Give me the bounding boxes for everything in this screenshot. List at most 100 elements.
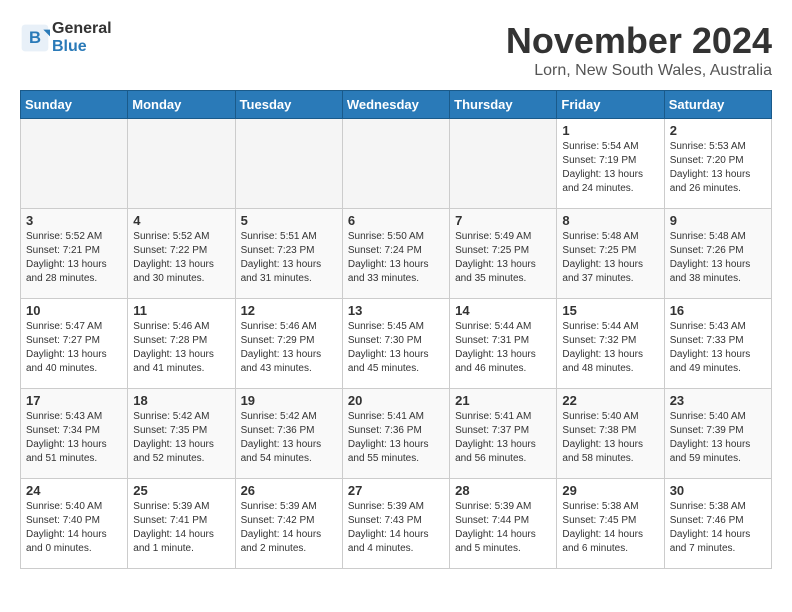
day-number: 21 xyxy=(455,393,551,408)
calendar-cell: 26 Sunrise: 5:39 AM Sunset: 7:42 PM Dayli… xyxy=(235,479,342,569)
calendar-cell: 21 Sunrise: 5:41 AM Sunset: 7:37 PM Dayli… xyxy=(450,389,557,479)
day-number: 17 xyxy=(26,393,122,408)
day-number: 23 xyxy=(670,393,766,408)
day-info: Sunrise: 5:52 AM Sunset: 7:21 PM Dayligh… xyxy=(26,230,122,286)
day-info: Sunrise: 5:40 AM Sunset: 7:38 PM Dayligh… xyxy=(562,410,658,466)
day-info: Sunrise: 5:39 AM Sunset: 7:41 PM Dayligh… xyxy=(133,500,229,556)
day-number: 26 xyxy=(241,483,337,498)
day-header-monday: Monday xyxy=(128,91,235,119)
calendar-cell: 8Sunrise: 5:48 AM Sunset: 7:25 PM Daylig… xyxy=(557,209,664,299)
calendar-cell: 14Sunrise: 5:44 AM Sunset: 7:31 PM Dayli… xyxy=(450,299,557,389)
calendar-cell xyxy=(342,119,449,209)
calendar-cell: 1 Sunrise: 5:54 AM Sunset: 7:19 PM Daylig… xyxy=(557,119,664,209)
calendar-cell xyxy=(128,119,235,209)
day-info: Sunrise: 5:46 AM Sunset: 7:28 PM Dayligh… xyxy=(133,320,229,376)
day-info: Sunrise: 5:39 AM Sunset: 7:43 PM Dayligh… xyxy=(348,500,444,556)
title-area: November 2024 Lorn, New South Wales, Aus… xyxy=(506,20,772,80)
day-number: 14 xyxy=(455,303,551,318)
calendar-cell: 25 Sunrise: 5:39 AM Sunset: 7:41 PM Dayli… xyxy=(128,479,235,569)
day-number: 22 xyxy=(562,393,658,408)
day-number: 11 xyxy=(133,303,229,318)
calendar-week-row: 10 Sunrise: 5:47 AM Sunset: 7:27 PM Dayli… xyxy=(21,299,772,389)
day-number: 5 xyxy=(241,213,337,228)
day-number: 16 xyxy=(670,303,766,318)
day-number: 15 xyxy=(562,303,658,318)
calendar-cell: 17 Sunrise: 5:43 AM Sunset: 7:34 PM Dayli… xyxy=(21,389,128,479)
day-info: Sunrise: 5:39 AM Sunset: 7:42 PM Dayligh… xyxy=(241,500,337,556)
day-info: Sunrise: 5:38 AM Sunset: 7:46 PM Dayligh… xyxy=(670,500,766,556)
page-header: B General Blue November 2024 Lorn, New S… xyxy=(20,20,772,80)
day-info: Sunrise: 5:43 AM Sunset: 7:34 PM Dayligh… xyxy=(26,410,122,466)
day-number: 6 xyxy=(348,213,444,228)
day-info: Sunrise: 5:53 AM Sunset: 7:20 PM Dayligh… xyxy=(670,140,766,196)
calendar-cell: 5 Sunrise: 5:51 AM Sunset: 7:23 PM Daylig… xyxy=(235,209,342,299)
logo-blue: Blue xyxy=(52,38,112,56)
calendar-cell: 11 Sunrise: 5:46 AM Sunset: 7:28 PM Dayli… xyxy=(128,299,235,389)
calendar-cell xyxy=(21,119,128,209)
calendar-cell: 12Sunrise: 5:46 AM Sunset: 7:29 PM Dayli… xyxy=(235,299,342,389)
day-info: Sunrise: 5:40 AM Sunset: 7:40 PM Dayligh… xyxy=(26,500,122,556)
day-info: Sunrise: 5:40 AM Sunset: 7:39 PM Dayligh… xyxy=(670,410,766,466)
calendar-cell: 27Sunrise: 5:39 AM Sunset: 7:43 PM Dayli… xyxy=(342,479,449,569)
calendar-cell: 3Sunrise: 5:52 AM Sunset: 7:21 PM Daylig… xyxy=(21,209,128,299)
day-number: 13 xyxy=(348,303,444,318)
day-number: 7 xyxy=(455,213,551,228)
calendar-cell: 24 Sunrise: 5:40 AM Sunset: 7:40 PM Dayli… xyxy=(21,479,128,569)
day-info: Sunrise: 5:54 AM Sunset: 7:19 PM Dayligh… xyxy=(562,140,658,196)
month-title: November 2024 xyxy=(506,20,772,62)
calendar-cell: 7Sunrise: 5:49 AM Sunset: 7:25 PM Daylig… xyxy=(450,209,557,299)
logo: B General Blue xyxy=(20,20,112,55)
calendar-cell: 2 Sunrise: 5:53 AM Sunset: 7:20 PM Daylig… xyxy=(664,119,771,209)
day-number: 29 xyxy=(562,483,658,498)
day-number: 2 xyxy=(670,123,766,138)
calendar-cell: 22 Sunrise: 5:40 AM Sunset: 7:38 PM Dayli… xyxy=(557,389,664,479)
calendar-cell: 15 Sunrise: 5:44 AM Sunset: 7:32 PM Dayli… xyxy=(557,299,664,389)
day-number: 18 xyxy=(133,393,229,408)
day-number: 20 xyxy=(348,393,444,408)
day-info: Sunrise: 5:41 AM Sunset: 7:37 PM Dayligh… xyxy=(455,410,551,466)
day-number: 12 xyxy=(241,303,337,318)
calendar-cell: 4 Sunrise: 5:52 AM Sunset: 7:22 PM Daylig… xyxy=(128,209,235,299)
calendar-cell xyxy=(235,119,342,209)
calendar-week-row: 3Sunrise: 5:52 AM Sunset: 7:21 PM Daylig… xyxy=(21,209,772,299)
calendar-cell xyxy=(450,119,557,209)
day-info: Sunrise: 5:48 AM Sunset: 7:26 PM Dayligh… xyxy=(670,230,766,286)
calendar-cell: 13 Sunrise: 5:45 AM Sunset: 7:30 PM Dayli… xyxy=(342,299,449,389)
day-number: 25 xyxy=(133,483,229,498)
calendar-cell: 10 Sunrise: 5:47 AM Sunset: 7:27 PM Dayli… xyxy=(21,299,128,389)
day-number: 9 xyxy=(670,213,766,228)
day-number: 8 xyxy=(562,213,658,228)
day-info: Sunrise: 5:39 AM Sunset: 7:44 PM Dayligh… xyxy=(455,500,551,556)
logo-general: General xyxy=(52,20,112,38)
day-info: Sunrise: 5:51 AM Sunset: 7:23 PM Dayligh… xyxy=(241,230,337,286)
calendar-cell: 16 Sunrise: 5:43 AM Sunset: 7:33 PM Dayli… xyxy=(664,299,771,389)
day-number: 10 xyxy=(26,303,122,318)
calendar-table: SundayMondayTuesdayWednesdayThursdayFrid… xyxy=(20,90,772,569)
logo-icon: B xyxy=(20,23,50,53)
calendar-week-row: 17 Sunrise: 5:43 AM Sunset: 7:34 PM Dayli… xyxy=(21,389,772,479)
svg-text:B: B xyxy=(29,28,41,47)
day-info: Sunrise: 5:43 AM Sunset: 7:33 PM Dayligh… xyxy=(670,320,766,376)
calendar-week-row: 24 Sunrise: 5:40 AM Sunset: 7:40 PM Dayli… xyxy=(21,479,772,569)
day-info: Sunrise: 5:47 AM Sunset: 7:27 PM Dayligh… xyxy=(26,320,122,376)
day-number: 1 xyxy=(562,123,658,138)
calendar-cell: 20Sunrise: 5:41 AM Sunset: 7:36 PM Dayli… xyxy=(342,389,449,479)
location: Lorn, New South Wales, Australia xyxy=(506,62,772,80)
day-header-thursday: Thursday xyxy=(450,91,557,119)
calendar-cell: 9 Sunrise: 5:48 AM Sunset: 7:26 PM Daylig… xyxy=(664,209,771,299)
day-info: Sunrise: 5:50 AM Sunset: 7:24 PM Dayligh… xyxy=(348,230,444,286)
calendar-week-row: 1 Sunrise: 5:54 AM Sunset: 7:19 PM Daylig… xyxy=(21,119,772,209)
day-number: 4 xyxy=(133,213,229,228)
day-info: Sunrise: 5:38 AM Sunset: 7:45 PM Dayligh… xyxy=(562,500,658,556)
calendar-cell: 19Sunrise: 5:42 AM Sunset: 7:36 PM Dayli… xyxy=(235,389,342,479)
day-info: Sunrise: 5:44 AM Sunset: 7:32 PM Dayligh… xyxy=(562,320,658,376)
calendar-header-row: SundayMondayTuesdayWednesdayThursdayFrid… xyxy=(21,91,772,119)
day-info: Sunrise: 5:52 AM Sunset: 7:22 PM Dayligh… xyxy=(133,230,229,286)
calendar-cell: 30Sunrise: 5:38 AM Sunset: 7:46 PM Dayli… xyxy=(664,479,771,569)
day-info: Sunrise: 5:45 AM Sunset: 7:30 PM Dayligh… xyxy=(348,320,444,376)
day-info: Sunrise: 5:42 AM Sunset: 7:35 PM Dayligh… xyxy=(133,410,229,466)
day-header-wednesday: Wednesday xyxy=(342,91,449,119)
day-number: 24 xyxy=(26,483,122,498)
calendar-cell: 28Sunrise: 5:39 AM Sunset: 7:44 PM Dayli… xyxy=(450,479,557,569)
calendar-cell: 23 Sunrise: 5:40 AM Sunset: 7:39 PM Dayli… xyxy=(664,389,771,479)
